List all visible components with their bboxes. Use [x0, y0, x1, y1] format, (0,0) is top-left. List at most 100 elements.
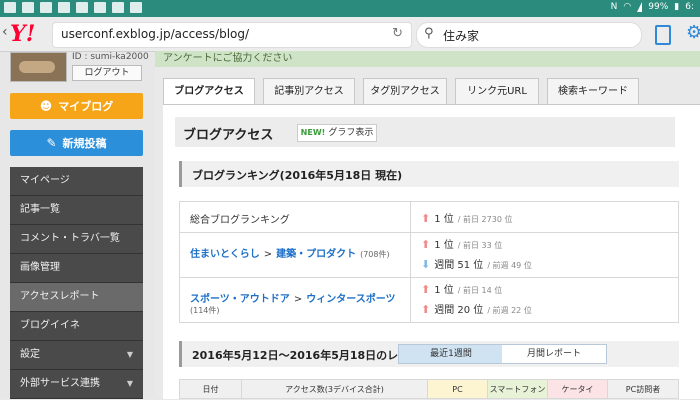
page-header: ブログアクセス NEW! グラフ表示: [175, 117, 675, 147]
search-query[interactable]: 住み家: [443, 27, 479, 44]
ranking-values: ⬆ 1 位 / 前日 14 位 ⬆ 週間 20 位 / 前週 22 位: [410, 278, 532, 322]
wifi-icon: ◠: [623, 2, 632, 12]
tab-3[interactable]: リンク元URL: [455, 78, 539, 104]
arrow-up-icon: ⬆: [421, 212, 431, 225]
chevron-down-icon: ▼: [126, 379, 133, 388]
report-title: 2016年5月12日〜2016年5月18日のレポート: [192, 349, 432, 362]
pencil-icon: ✎: [46, 136, 57, 150]
myblog-button[interactable]: ☻ マイブログ: [10, 93, 143, 119]
notification-icons: [4, 2, 142, 13]
back-chevron-icon[interactable]: ‹: [2, 24, 8, 40]
ranking-line: ⬆ 週間 20 位 / 前週 22 位: [421, 301, 532, 316]
ranking-category: スポーツ・アウトドア > ウィンタースポーツ (114件): [190, 290, 400, 316]
battery-level: 99%: [648, 2, 669, 12]
tab-4[interactable]: 検索キーワード: [547, 78, 639, 104]
tab-2[interactable]: タグ別アクセス: [363, 78, 447, 104]
sidebar: ID : sumi-ka2000 ログアウト ☻ マイブログ ✎ 新規投稿 マイペー…: [0, 52, 155, 399]
rank-value: 1 位: [434, 240, 454, 251]
category-link[interactable]: スポーツ・アウトドア: [190, 294, 290, 305]
clock: 6:: [685, 2, 694, 12]
notification-icon: [22, 2, 34, 13]
ranking-name: 総合ブログランキング: [190, 215, 290, 226]
arrow-up-icon: ⬆: [421, 238, 431, 251]
notification-icon: [94, 2, 106, 13]
column-header: スマートフォン: [487, 379, 547, 399]
period-week-button[interactable]: 最近1週間: [398, 344, 504, 364]
new-badge: NEW!: [300, 128, 326, 137]
url-bar[interactable]: userconf.exblog.jp/access/blog/ ↻: [52, 22, 412, 48]
search-box[interactable]: ⚲ 住み家: [416, 22, 642, 48]
new-post-label: 新規投稿: [62, 137, 107, 150]
chevron-down-icon: ▼: [126, 350, 133, 359]
column-header: PC: [427, 379, 487, 399]
column-header: ケータイ: [547, 379, 607, 399]
browser-toolbar: ‹ Y! userconf.exblog.jp/access/blog/ ↻ ⚲…: [0, 17, 700, 52]
rank-value: 週間 51 位: [434, 260, 484, 271]
profile-image[interactable]: [10, 52, 67, 82]
battery-icon: ▮: [674, 2, 680, 12]
user-id: ID : sumi-ka2000: [72, 52, 149, 62]
previous-rank: / 前週 49 位: [487, 261, 532, 270]
notification-icon: [112, 2, 124, 13]
category-link[interactable]: 住まいとくらし: [190, 249, 260, 260]
period-month-button[interactable]: 月間レポート: [502, 344, 607, 364]
sidebar-menu-item[interactable]: 外部サービス連携 ▼: [10, 370, 143, 399]
content-panel: ブログアクセス NEW! グラフ表示 ブログランキング(2016年5月18日 現在…: [163, 104, 700, 399]
yahoo-logo[interactable]: Y!: [10, 21, 35, 47]
ranking-line: ⬆ 1 位 / 前日 14 位: [421, 281, 502, 296]
ranking-line: ⬇ 週間 51 位 / 前週 49 位: [421, 256, 532, 271]
survey-notice[interactable]: アンケートにご協力ください: [155, 51, 700, 67]
tab-bar: ブログアクセス 記事別アクセス タグ別アクセス リンク元URL 検索キーワード: [163, 78, 700, 105]
notification-icon: [4, 2, 16, 13]
tab-1[interactable]: 記事別アクセス: [263, 78, 355, 104]
page-title: ブログアクセス: [183, 128, 274, 143]
mail-icon: [40, 2, 52, 13]
graph-view-button[interactable]: NEW! グラフ表示: [297, 124, 377, 142]
graph-view-label: グラフ表示: [328, 128, 374, 138]
ranking-category: 総合ブログランキング: [190, 211, 400, 226]
sidebar-menu-item[interactable]: マイページ: [10, 167, 143, 196]
sidebar-menu-label: コメント・トラバ一覧: [20, 233, 120, 244]
tabs-icon[interactable]: [655, 25, 671, 45]
logout-button[interactable]: ログアウト: [72, 65, 142, 81]
previous-rank: / 前週 22 位: [487, 306, 532, 315]
column-header: アクセス数(3デバイス合計): [241, 379, 427, 399]
sidebar-menu-label: 記事一覧: [20, 204, 60, 215]
sidebar-menu-item[interactable]: 記事一覧: [10, 196, 143, 225]
url-text[interactable]: userconf.exblog.jp/access/blog/: [61, 27, 249, 41]
sidebar-menu-item[interactable]: アクセスレポート: [10, 283, 143, 312]
category-separator: >: [263, 249, 273, 260]
column-header: PC訪問者: [607, 379, 679, 399]
reload-icon[interactable]: ↻: [392, 26, 403, 41]
sidebar-menu-item[interactable]: 設定 ▼: [10, 341, 143, 370]
sidebar-menu-item[interactable]: ブログイイネ: [10, 312, 143, 341]
post-count: (708件): [360, 250, 390, 259]
notification-icon: [130, 2, 142, 13]
tab-0[interactable]: ブログアクセス: [163, 78, 255, 105]
sidebar-menu-label: 外部サービス連携: [20, 378, 100, 389]
category-separator: >: [293, 294, 303, 305]
sidebar-menu: マイページ記事一覧コメント・トラバ一覧画像管理アクセスレポートブログイイネ設定 ▼…: [10, 167, 143, 399]
rank-value: 1 位: [434, 214, 454, 225]
ranking-row: スポーツ・アウトドア > ウィンタースポーツ(114件) ⬆ 1 位 / 前日 14 位 ⬆…: [180, 278, 678, 322]
column-header: 日付: [179, 379, 241, 399]
post-count: (114件): [190, 306, 220, 315]
report-table-header: 日付 アクセス数(3デバイス合計) PC スマートフォン ケータイ PC訪問者: [179, 379, 679, 399]
ranking-line: ⬆ 1 位 / 前日 2730 位: [421, 210, 512, 225]
sidebar-menu-label: 設定: [20, 349, 40, 360]
previous-rank: / 前日 14 位: [457, 286, 503, 295]
sidebar-menu-label: アクセスレポート: [20, 291, 100, 302]
status-bar: N ◠ 99% ▮ 6:: [0, 0, 700, 17]
sidebar-menu-item[interactable]: 画像管理: [10, 254, 143, 283]
ranking-values: ⬆ 1 位 / 前日 2730 位: [410, 202, 512, 232]
ranking-header: ブログランキング(2016年5月18日 現在): [179, 161, 679, 187]
ranking-row: 総合ブログランキング ⬆ 1 位 / 前日 2730 位: [180, 202, 678, 233]
new-post-button[interactable]: ✎ 新規投稿: [10, 130, 143, 156]
notification-icon: [76, 2, 88, 13]
subcategory-link[interactable]: 建築・プロダクト: [276, 249, 356, 260]
sidebar-menu-item[interactable]: コメント・トラバ一覧: [10, 225, 143, 254]
gear-icon[interactable]: ⚙: [686, 22, 700, 43]
ranking-line: ⬆ 1 位 / 前日 33 位: [421, 236, 502, 251]
subcategory-link[interactable]: ウィンタースポーツ: [306, 294, 395, 305]
arrow-up-icon: ⬆: [421, 283, 431, 296]
